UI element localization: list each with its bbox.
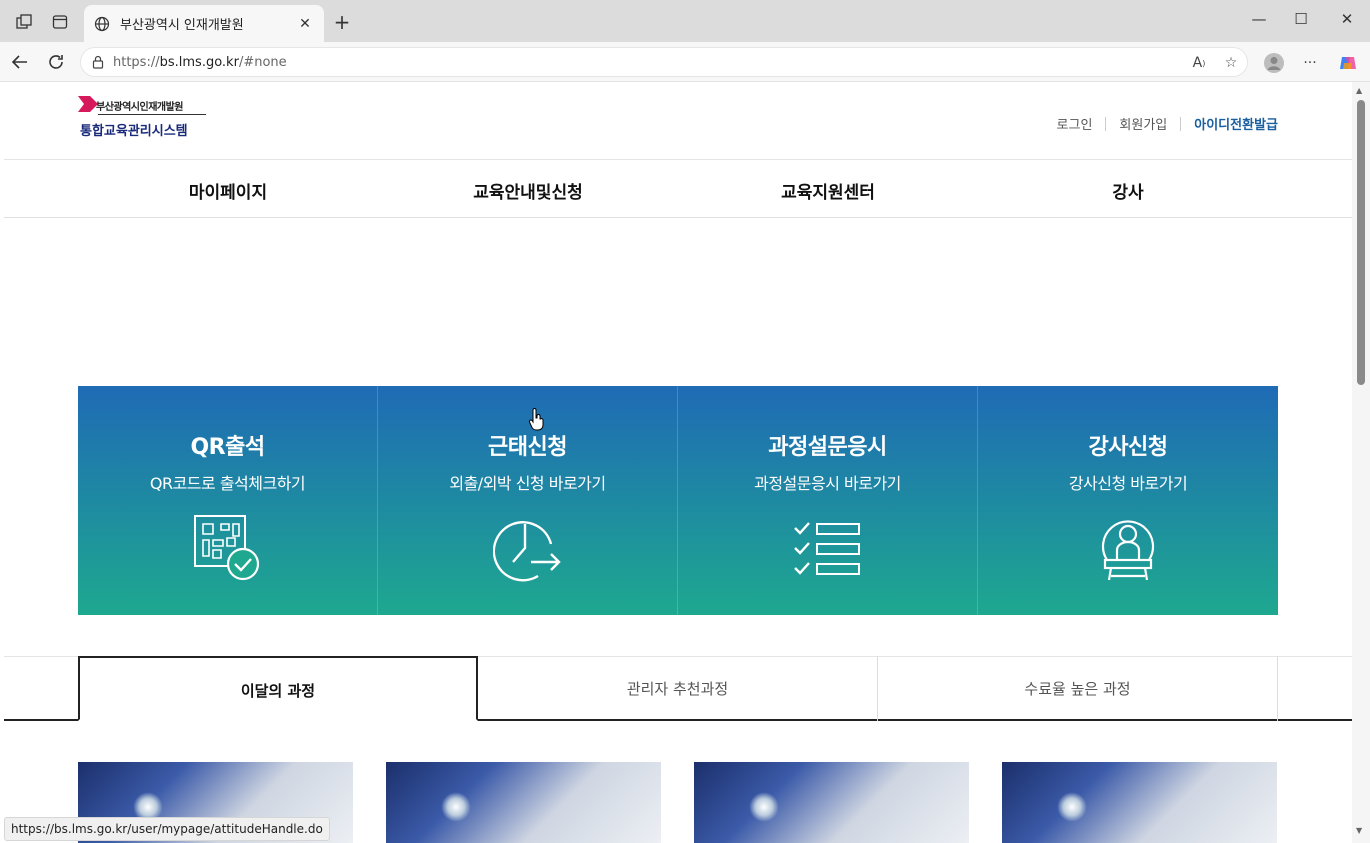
read-aloud-icon[interactable]: A)	[1187, 51, 1211, 75]
scroll-down-icon[interactable]: ▼	[1356, 826, 1362, 835]
more-options-icon[interactable]: ···	[1298, 51, 1322, 75]
globe-icon	[94, 16, 110, 31]
checklist-icon	[794, 522, 860, 575]
logo-divider	[98, 114, 206, 115]
scroll-thumb[interactable]	[1357, 100, 1365, 385]
copilot-icon[interactable]	[1336, 51, 1360, 75]
site-logo[interactable]: 부산광역시인재개발원 통합교육관리시스템	[78, 94, 218, 142]
logo-system-name: 통합교육관리시스템	[80, 124, 188, 139]
maximize-button[interactable]: ☐	[1278, 10, 1324, 32]
quick-subtitle: 외출/외박 신청 바로가기	[449, 474, 606, 493]
minimize-button[interactable]: —	[1236, 10, 1282, 32]
address-bar-row: https://bs.lms.go.kr/#none A) ☆ ···	[0, 42, 1370, 82]
tab-title: 부산광역시 인재개발원	[120, 18, 244, 33]
quick-instructor-apply[interactable]: 강사신청 강사신청 바로가기	[978, 386, 1278, 615]
nav-instructor[interactable]: 강사	[978, 178, 1278, 203]
quick-title: 과정설문응시	[768, 435, 887, 460]
favorite-star-icon[interactable]: ☆	[1219, 51, 1243, 75]
quick-menu: QR출석 QR코드로 출석체크하기 근태신청 외출/외박 신청 바로가기 과정설…	[78, 386, 1278, 615]
quick-subtitle: 과정설문응시 바로가기	[754, 474, 901, 493]
divider	[1180, 116, 1182, 131]
tab-monthly-courses[interactable]: 이달의 과정	[78, 656, 478, 721]
back-icon[interactable]	[8, 50, 32, 74]
lecturer-icon	[1101, 520, 1155, 581]
hand-cursor-icon	[528, 408, 544, 431]
main-navigation: 마이페이지 교육안내및신청 교육지원센터 강사	[4, 159, 1352, 218]
signup-link[interactable]: 회원가입	[1119, 114, 1167, 133]
course-card-thumbnail[interactable]	[694, 762, 969, 843]
active-browser-tab[interactable]: 부산광역시 인재개발원 ✕	[84, 5, 324, 42]
login-link[interactable]: 로그인	[1057, 114, 1093, 133]
url-input[interactable]: https://bs.lms.go.kr/#none	[80, 47, 1248, 77]
tab-admin-recommended[interactable]: 관리자 추천과정	[478, 656, 878, 721]
scroll-up-icon[interactable]: ▲	[1356, 86, 1362, 95]
logo-mark-icon	[78, 96, 98, 112]
quick-qr-attendance[interactable]: QR출석 QR코드로 출석체크하기	[78, 386, 378, 615]
divider	[1105, 116, 1107, 131]
course-tabs: 이달의 과정 관리자 추천과정 수료율 높은 과정	[4, 656, 1352, 722]
id-conversion-link[interactable]: 아이디전환발급	[1194, 114, 1278, 133]
workspaces-icon[interactable]	[13, 11, 35, 33]
quick-subtitle: QR코드로 출석체크하기	[149, 474, 306, 493]
quick-title: 강사신청	[1088, 435, 1168, 460]
quick-title: 근태신청	[488, 435, 567, 460]
utility-menu: 로그인 회원가입 아이디전환발급	[1057, 114, 1278, 133]
nav-mypage[interactable]: 마이페이지	[78, 178, 378, 203]
logo-org-name: 부산광역시인재개발원	[96, 102, 184, 113]
nav-support-center[interactable]: 교육지원센터	[678, 178, 978, 203]
url-text: https://bs.lms.go.kr/#none	[113, 54, 287, 70]
quick-course-survey[interactable]: 과정설문응시 과정설문응시 바로가기	[678, 386, 978, 615]
refresh-icon[interactable]	[44, 50, 68, 74]
web-page: 부산광역시인재개발원 통합교육관리시스템 로그인 회원가입 아이디전환발급 마이…	[4, 82, 1352, 843]
qr-check-icon	[194, 515, 260, 581]
new-tab-button[interactable]: +	[330, 10, 354, 34]
quick-title: QR출석	[190, 435, 265, 460]
status-bar-url: https://bs.lms.go.kr/user/mypage/attitud…	[4, 817, 330, 841]
quick-subtitle: 강사신청 바로가기	[1068, 474, 1188, 493]
nav-education-info[interactable]: 교육안내및신청	[378, 178, 678, 203]
tab-actions-icon[interactable]	[49, 11, 71, 33]
clock-arrow-icon	[493, 521, 561, 582]
profile-avatar-icon[interactable]	[1262, 51, 1286, 75]
close-window-button[interactable]: ✕	[1324, 10, 1370, 32]
lock-icon[interactable]	[91, 55, 105, 69]
tab-high-completion[interactable]: 수료율 높은 과정	[878, 656, 1278, 721]
page-scrollbar[interactable]: ▲ ▼	[1352, 82, 1370, 843]
browser-tab-bar: 부산광역시 인재개발원 ✕ + — ☐ ✕	[0, 0, 1370, 42]
course-card-thumbnail[interactable]	[1002, 762, 1277, 843]
close-tab-icon[interactable]: ✕	[296, 16, 314, 32]
course-card-thumbnail[interactable]	[386, 762, 661, 843]
